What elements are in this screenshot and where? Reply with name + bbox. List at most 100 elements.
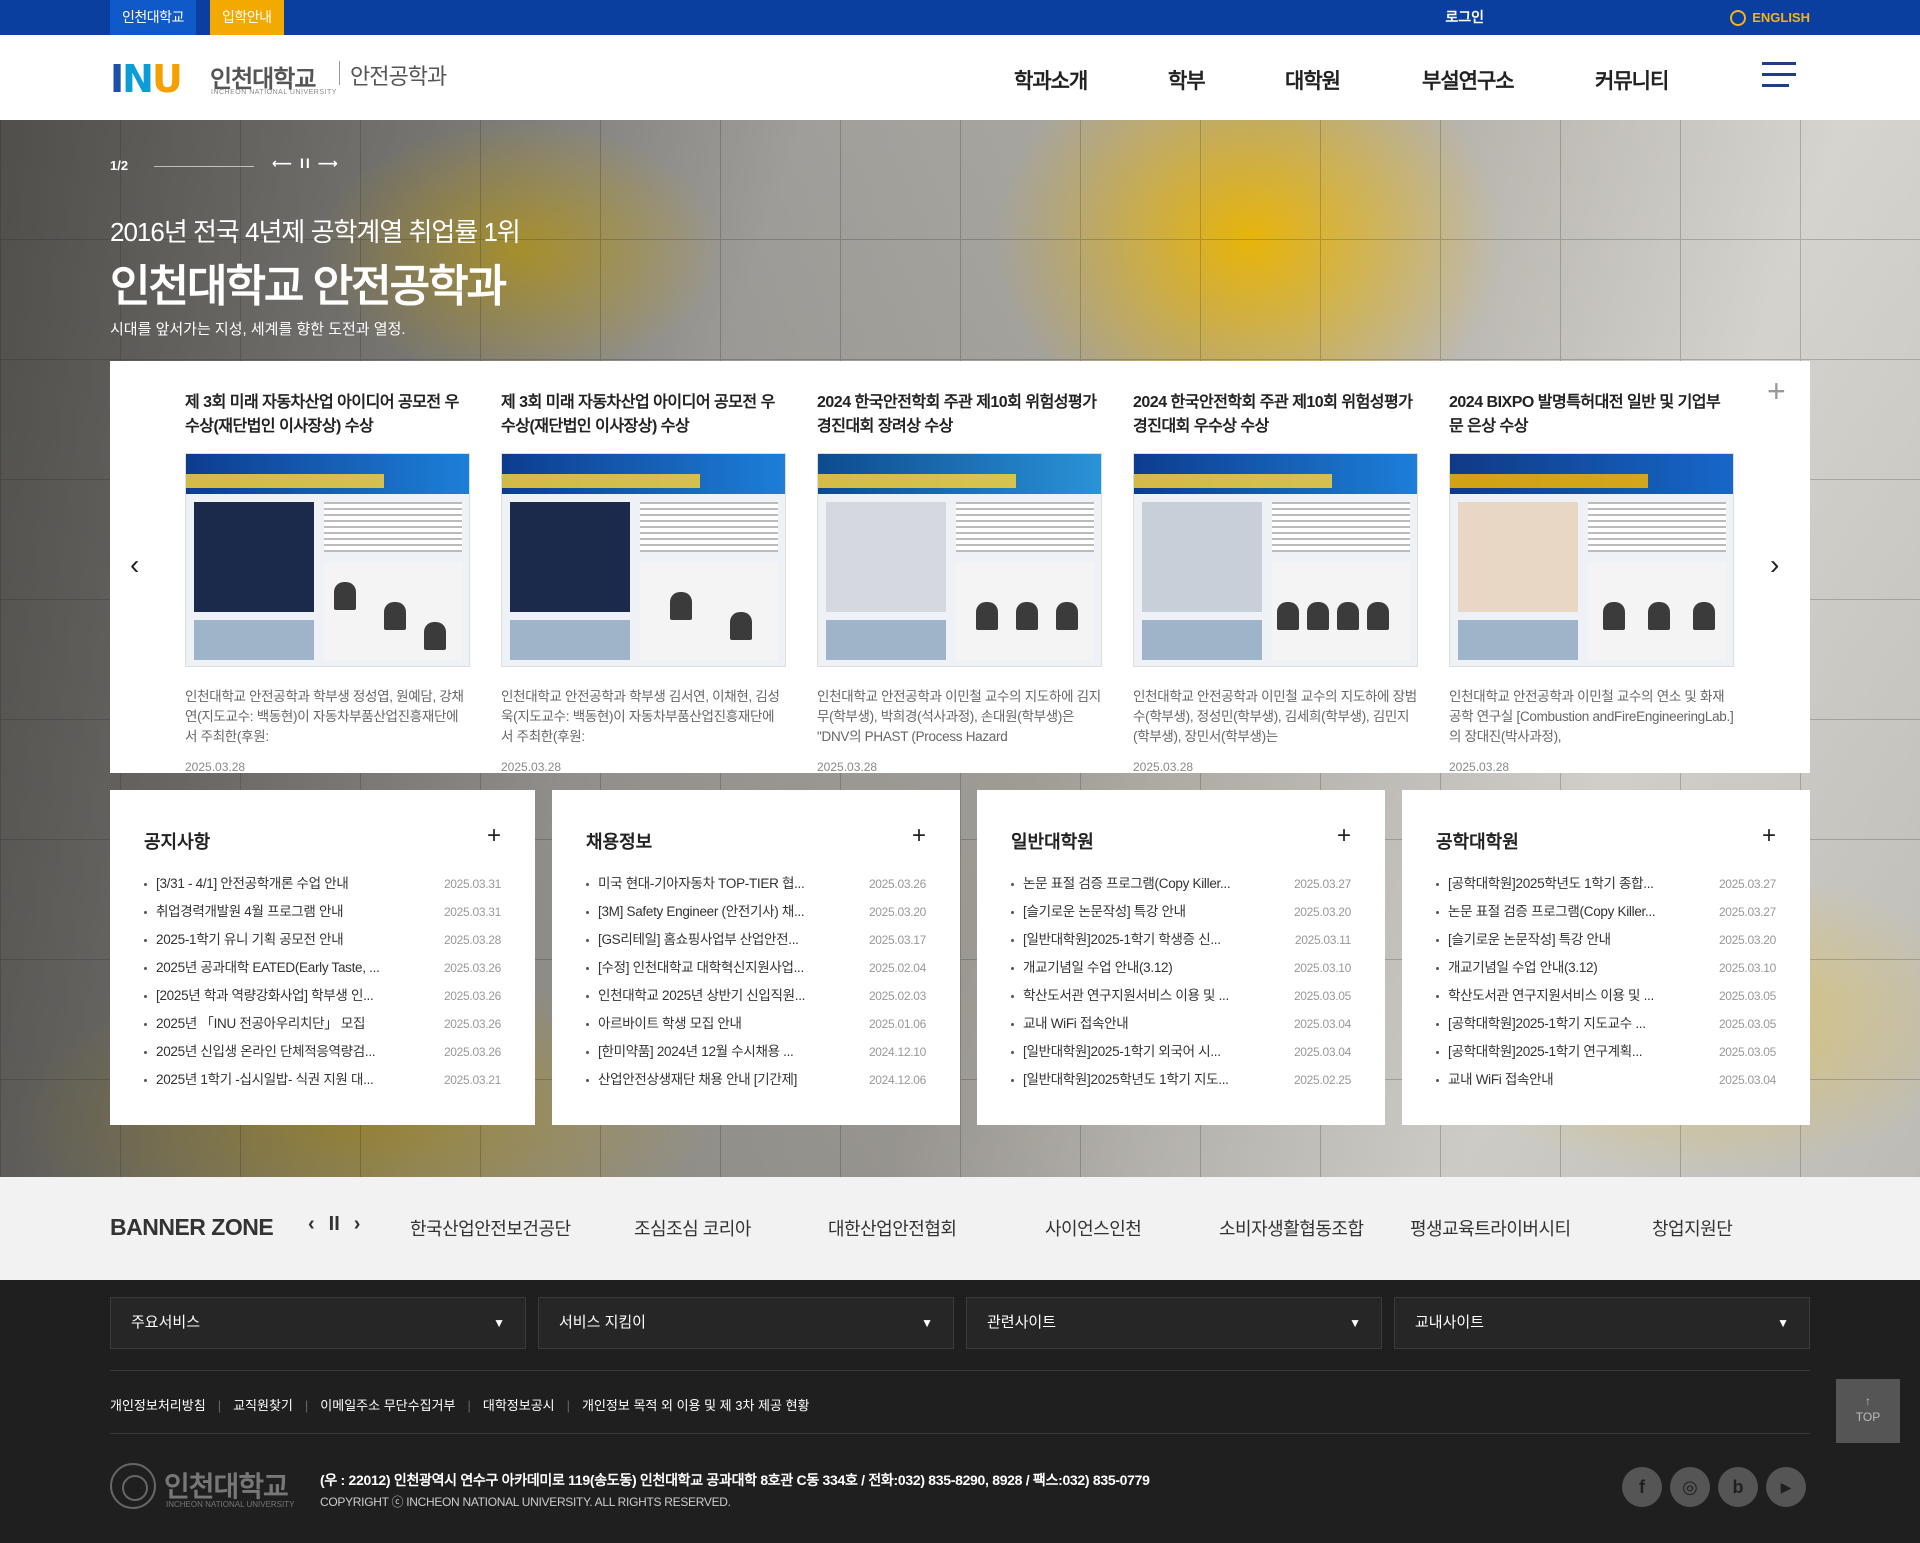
footer-link-staff[interactable]: 교직원찾기 [233, 1398, 293, 1413]
news-date: 2025.03.28 [817, 760, 878, 774]
select-campus-sites[interactable]: 교내사이트 ▼ [1394, 1297, 1810, 1349]
carousel-next-button[interactable]: › [1770, 551, 1779, 579]
nav-item-undergrad[interactable]: 학부 [1168, 65, 1206, 95]
board-item[interactable]: 개교기념일 수업 안내(3.12) 2025.03.10 [1436, 954, 1776, 982]
banner-item[interactable]: 사이언스인천 [1045, 1215, 1142, 1241]
footer-logo: 인천대학교 INCHEON NATIONAL UNIVERSITY [110, 1463, 294, 1513]
banner-next-button[interactable]: › [354, 1213, 361, 1235]
footer: 주요서비스 ▼ 서비스 지킴이 ▼ 관련사이트 ▼ 교내사이트 ▼ 개인정보처리방침 | 교… [0, 1280, 1920, 1543]
seal-icon [110, 1463, 156, 1509]
banner-prev-button[interactable]: ‹ [308, 1213, 315, 1235]
board-item[interactable]: 2025년 신입생 온라인 단체적응역량검... 2025.03.26 [144, 1038, 501, 1066]
board-item[interactable]: [2025년 학과 역량강화사업] 학부생 인... 2025.03.26 [144, 982, 501, 1010]
news-card[interactable]: 2024 한국안전학회 주관 제10회 위험성평가 경진대회 장려상 수상 인천… [817, 391, 1102, 774]
board-more-button[interactable]: + [1762, 822, 1776, 850]
board-item[interactable]: 산업안전상생재단 채용 안내 [기간제] 2024.12.06 [586, 1066, 926, 1094]
board-item[interactable]: 논문 표절 검증 프로그램(Copy Killer... 2025.03.27 [1011, 870, 1351, 898]
banner-item[interactable]: 한국산업안전보건공단 [410, 1215, 571, 1241]
board-item[interactable]: 교내 WiFi 접속안내 2025.03.04 [1011, 1010, 1351, 1038]
board-item[interactable]: [공학대학원]2025-1학기 지도교수 ... 2025.03.05 [1436, 1010, 1776, 1038]
banner-item[interactable]: 조심조심 코리아 [634, 1215, 751, 1241]
board-item[interactable]: [일반대학원]2025-1학기 학생증 신... 2025.03.11 [1011, 926, 1351, 954]
news-card[interactable]: 제 3회 미래 자동차산업 아이디어 공모전 우수상(재단법인 이사장상) 수상… [501, 391, 786, 774]
banner-item[interactable]: 평생교육트라이버시티 [1410, 1215, 1571, 1241]
youtube-icon[interactable]: ▶ [1766, 1467, 1806, 1507]
banner-item[interactable]: 대한산업안전협회 [828, 1215, 957, 1241]
board-item[interactable]: 학산도서관 연구지원서비스 이용 및 ... 2025.03.05 [1011, 982, 1351, 1010]
login-link[interactable]: 로그인 [1445, 0, 1484, 35]
admission-tab[interactable]: 입학안내 [210, 0, 284, 35]
board-item-date: 2025.03.26 [868, 877, 926, 891]
board-more-button[interactable]: + [1337, 822, 1351, 850]
news-card[interactable]: 2024 BIXPO 발명특허대전 일반 및 기업부문 은상 수상 인천대학교 … [1449, 391, 1734, 774]
footer-link-privacy[interactable]: 개인정보처리방침 [110, 1398, 206, 1413]
banner-item[interactable]: 소비자생활협동조합 [1219, 1215, 1364, 1241]
board-item[interactable]: [일반대학원]2025-1학기 외국어 시... 2025.03.04 [1011, 1038, 1351, 1066]
nav-item-institute[interactable]: 부설연구소 [1422, 65, 1515, 95]
banner-pause-button[interactable]: II [329, 1213, 340, 1235]
select-service-guard[interactable]: 서비스 지킴이 ▼ [538, 1297, 954, 1349]
site-logo[interactable]: INU 인천대학교 INCHEON NATIONAL UNIVERSITY 안전… [110, 49, 470, 107]
news-date: 2025.03.28 [1449, 760, 1510, 774]
nav-item-community[interactable]: 커뮤니티 [1595, 65, 1669, 95]
nav-item-about[interactable]: 학과소개 [1014, 65, 1088, 95]
univ-site-tab[interactable]: 인천대학교 [110, 0, 196, 35]
board-item[interactable]: [3/31 - 4/1] 안전공학개론 수업 안내 2025.03.31 [144, 870, 501, 898]
board-item[interactable]: [슬기로운 논문작성] 특강 안내 2025.03.20 [1011, 898, 1351, 926]
carousel-prev-button[interactable]: ‹ [130, 551, 139, 579]
news-date: 2025.03.28 [185, 760, 246, 774]
board-title: 공지사항 [144, 832, 211, 852]
board-item[interactable]: 인천대학교 2025년 상반기 신입직원... 2025.02.03 [586, 982, 926, 1010]
board-eng-grad: 공학대학원 + [공학대학원]2025학년도 1학기 종합... 2025.03.… [1402, 790, 1810, 1125]
footer-link-disclosure[interactable]: 대학정보공시 [483, 1398, 555, 1413]
news-card[interactable]: 2024 한국안전학회 주관 제10회 위험성평가 경진대회 우수상 수상 인천… [1133, 391, 1418, 774]
board-item[interactable]: [GS리테일] 홈쇼핑사업부 산업안전... 2025.03.17 [586, 926, 926, 954]
board-item[interactable]: 2025년 공과대학 EATED(Early Taste, ... 2025.03… [144, 954, 501, 982]
board-item-date: 2025.03.27 [1293, 877, 1351, 891]
board-item[interactable]: [일반대학원]2025학년도 1학기 지도... 2025.02.25 [1011, 1066, 1351, 1094]
board-item[interactable]: 논문 표절 검증 프로그램(Copy Killer... 2025.03.27 [1436, 898, 1776, 926]
news-more-button[interactable]: + [1767, 373, 1786, 410]
board-general-grad: 일반대학원 + 논문 표절 검증 프로그램(Copy Killer... 2025… [977, 790, 1385, 1125]
board-item-title: 논문 표절 검증 프로그램(Copy Killer... [1023, 876, 1231, 891]
banner-zone-title: BANNER ZONE [110, 1214, 274, 1240]
scroll-top-button[interactable]: ↑ TOP [1836, 1379, 1900, 1443]
instagram-icon[interactable]: ◎ [1670, 1467, 1710, 1507]
board-item[interactable]: 2025년 「INU 전공아우리치단」 모집 2025.03.26 [144, 1010, 501, 1038]
select-related-sites[interactable]: 관련사이트 ▼ [966, 1297, 1382, 1349]
blog-icon[interactable]: b [1718, 1467, 1758, 1507]
board-item[interactable]: 교내 WiFi 접속안내 2025.03.04 [1436, 1066, 1776, 1094]
board-item-date: 2025.02.03 [868, 989, 926, 1003]
board-item[interactable]: [슬기로운 논문작성] 특강 안내 2025.03.20 [1436, 926, 1776, 954]
select-main-services[interactable]: 주요서비스 ▼ [110, 1297, 526, 1349]
nav-item-graduate[interactable]: 대학원 [1285, 65, 1341, 95]
board-item[interactable]: 아르바이트 학생 모집 안내 2025.01.06 [586, 1010, 926, 1038]
board-item[interactable]: 2025년 1학기 -십시일밥- 식권 지원 대... 2025.03.21 [144, 1066, 501, 1094]
board-item[interactable]: [공학대학원]2025학년도 1학기 종합... 2025.03.27 [1436, 870, 1776, 898]
board-item[interactable]: 미국 현대-기아자동차 TOP-TIER 협... 2025.03.26 [586, 870, 926, 898]
board-item[interactable]: 개교기념일 수업 안내(3.12) 2025.03.10 [1011, 954, 1351, 982]
board-item[interactable]: 학산도서관 연구지원서비스 이용 및 ... 2025.03.05 [1436, 982, 1776, 1010]
board-item[interactable]: [수정] 인천대학교 대학혁신지원사업... 2025.02.04 [586, 954, 926, 982]
news-title: 제 3회 미래 자동차산업 아이디어 공모전 우수상(재단법인 이사장상) 수상 [501, 394, 775, 435]
board-item[interactable]: 2025-1학기 유니 기획 공모전 안내 2025.03.28 [144, 926, 501, 954]
board-list: 논문 표절 검증 프로그램(Copy Killer... 2025.03.27 [슬… [1011, 870, 1351, 1094]
board-item-title: [수정] 인천대학교 대학혁신지원사업... [598, 960, 804, 975]
board-item-title: 2025년 「INU 전공아우리치단」 모집 [156, 1016, 366, 1031]
board-item[interactable]: [공학대학원]2025-1학기 연구계획... 2025.03.05 [1436, 1038, 1776, 1066]
board-more-button[interactable]: + [487, 822, 501, 850]
english-link[interactable]: ENGLISH [1730, 0, 1810, 35]
footer-link-privacy-use[interactable]: 개인정보 목적 외 이용 및 제 3차 제공 현황 [582, 1398, 810, 1413]
board-item-title: [3/31 - 4/1] 안전공학개론 수업 안내 [156, 876, 349, 891]
banner-item[interactable]: 창업지원단 [1652, 1215, 1733, 1241]
board-item[interactable]: [한미약품] 2024년 12월 수시채용 ... 2024.12.10 [586, 1038, 926, 1066]
news-card[interactable]: 제 3회 미래 자동차산업 아이디어 공모전 우수상(재단법인 이사장상) 수상… [185, 391, 470, 774]
board-item-date: 2025.03.26 [443, 961, 501, 975]
board-more-button[interactable]: + [912, 822, 926, 850]
slide-controls[interactable]: ⟵ II ⟶ [272, 155, 340, 172]
board-item[interactable]: [3M] Safety Engineer (안전기사) 채... 2025.03.… [586, 898, 926, 926]
menu-icon[interactable] [1762, 62, 1796, 92]
board-item[interactable]: 취업경력개발원 4월 프로그램 안내 2025.03.31 [144, 898, 501, 926]
footer-link-email[interactable]: 이메일주소 무단수집거부 [320, 1398, 455, 1413]
facebook-icon[interactable]: f [1622, 1467, 1662, 1507]
